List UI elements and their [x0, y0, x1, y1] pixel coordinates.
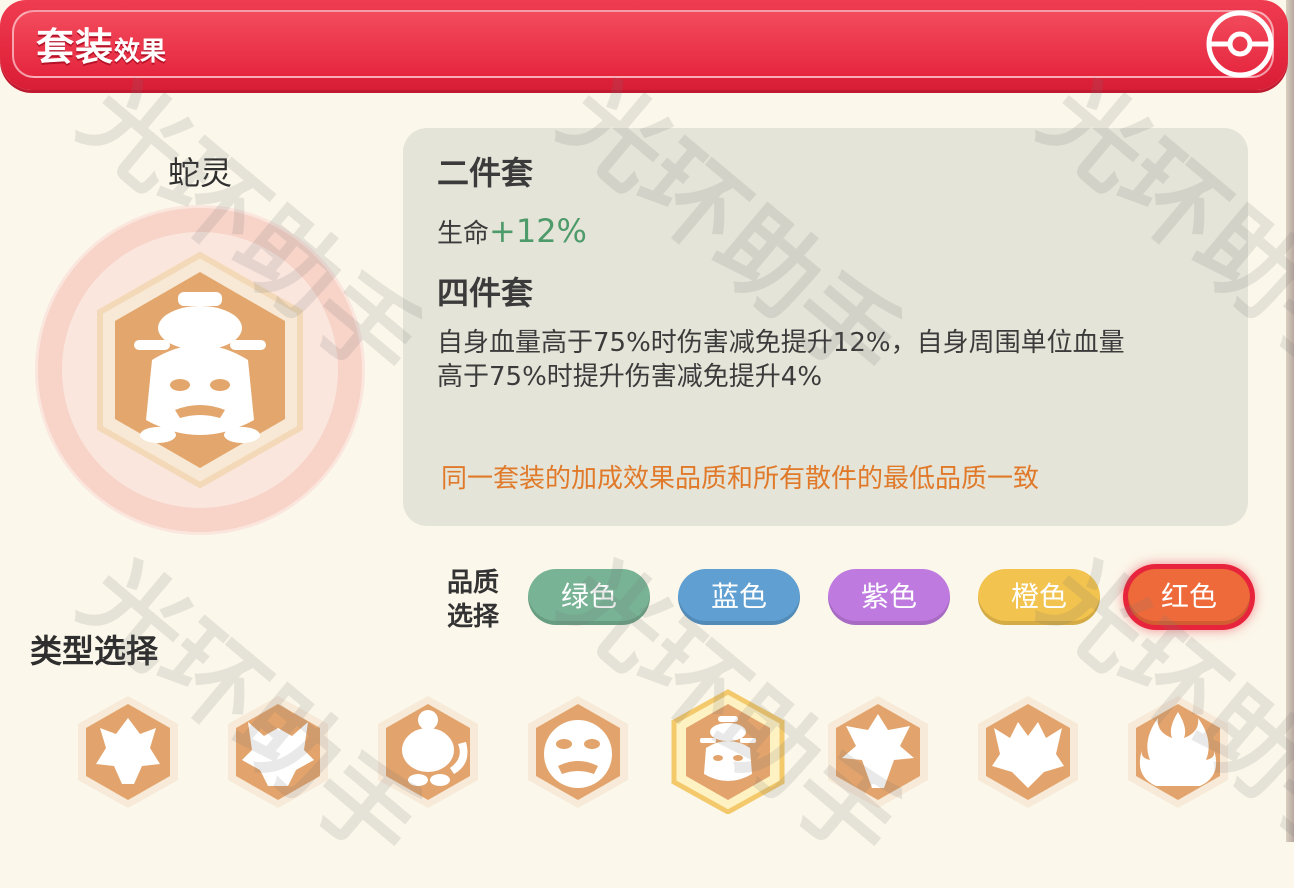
wolf-emblem-icon[interactable] [218, 688, 338, 814]
quality-blue-button[interactable]: 蓝色 [678, 569, 800, 625]
snake-spirit-emblem-icon[interactable] [668, 688, 788, 815]
quality-orange-button[interactable]: 橙色 [978, 569, 1100, 625]
beast-face-emblem-icon[interactable] [518, 688, 638, 814]
ghost-emblem-icon[interactable] [968, 688, 1088, 814]
desc-line-2: 高于75%时提升伤害减免提升4% [437, 362, 823, 392]
two-piece-stat: 生命+12% [437, 212, 587, 250]
two-piece-title: 二件套 [437, 154, 534, 192]
pokeball-close-icon[interactable] [1202, 6, 1278, 82]
quality-red-button[interactable]: 红色 [1128, 569, 1250, 625]
quality-label-line2: 选择 [446, 602, 499, 632]
stat-label: 生命 [437, 219, 490, 249]
quality-label: 品质 选择 [440, 566, 506, 634]
quality-note: 同一套装的加成效果品质和所有散件的最低品质一致 [441, 464, 1040, 494]
stat-value: +12% [489, 212, 587, 250]
title-main: 套装 [36, 25, 115, 69]
fire-spirit-emblem-icon[interactable] [1118, 688, 1238, 814]
type-selection-label: 类型选择 [30, 632, 159, 670]
four-piece-description: 自身血量高于75%时伤害减免提升12%，自身周围单位血量 高于75%时提升伤害减… [437, 326, 1227, 394]
header-bar: 套装效果 [0, 0, 1288, 90]
snake-spirit-emblem-icon [30, 200, 370, 540]
panel-edge [1286, 0, 1294, 842]
set-info-box: 二件套 生命+12% 四件套 自身血量高于75%时伤害减免提升12%，自身周围单… [403, 128, 1248, 526]
quality-label-line1: 品质 [446, 568, 499, 598]
four-piece-title: 四件套 [437, 274, 534, 312]
header-inner [12, 10, 1274, 78]
title-sub: 效果 [114, 37, 167, 67]
page-title: 套装效果 [36, 16, 166, 71]
desc-line-1: 自身血量高于75%时伤害减免提升12%，自身周围单位血量 [437, 328, 1125, 358]
dragon-emblem-icon[interactable] [68, 688, 188, 814]
set-name: 蛇灵 [167, 154, 232, 192]
quality-purple-button[interactable]: 紫色 [828, 569, 950, 625]
quality-green-button[interactable]: 绿色 [528, 569, 650, 625]
flame-creature-emblem-icon[interactable] [368, 688, 488, 814]
bird-emblem-icon[interactable] [818, 688, 938, 814]
